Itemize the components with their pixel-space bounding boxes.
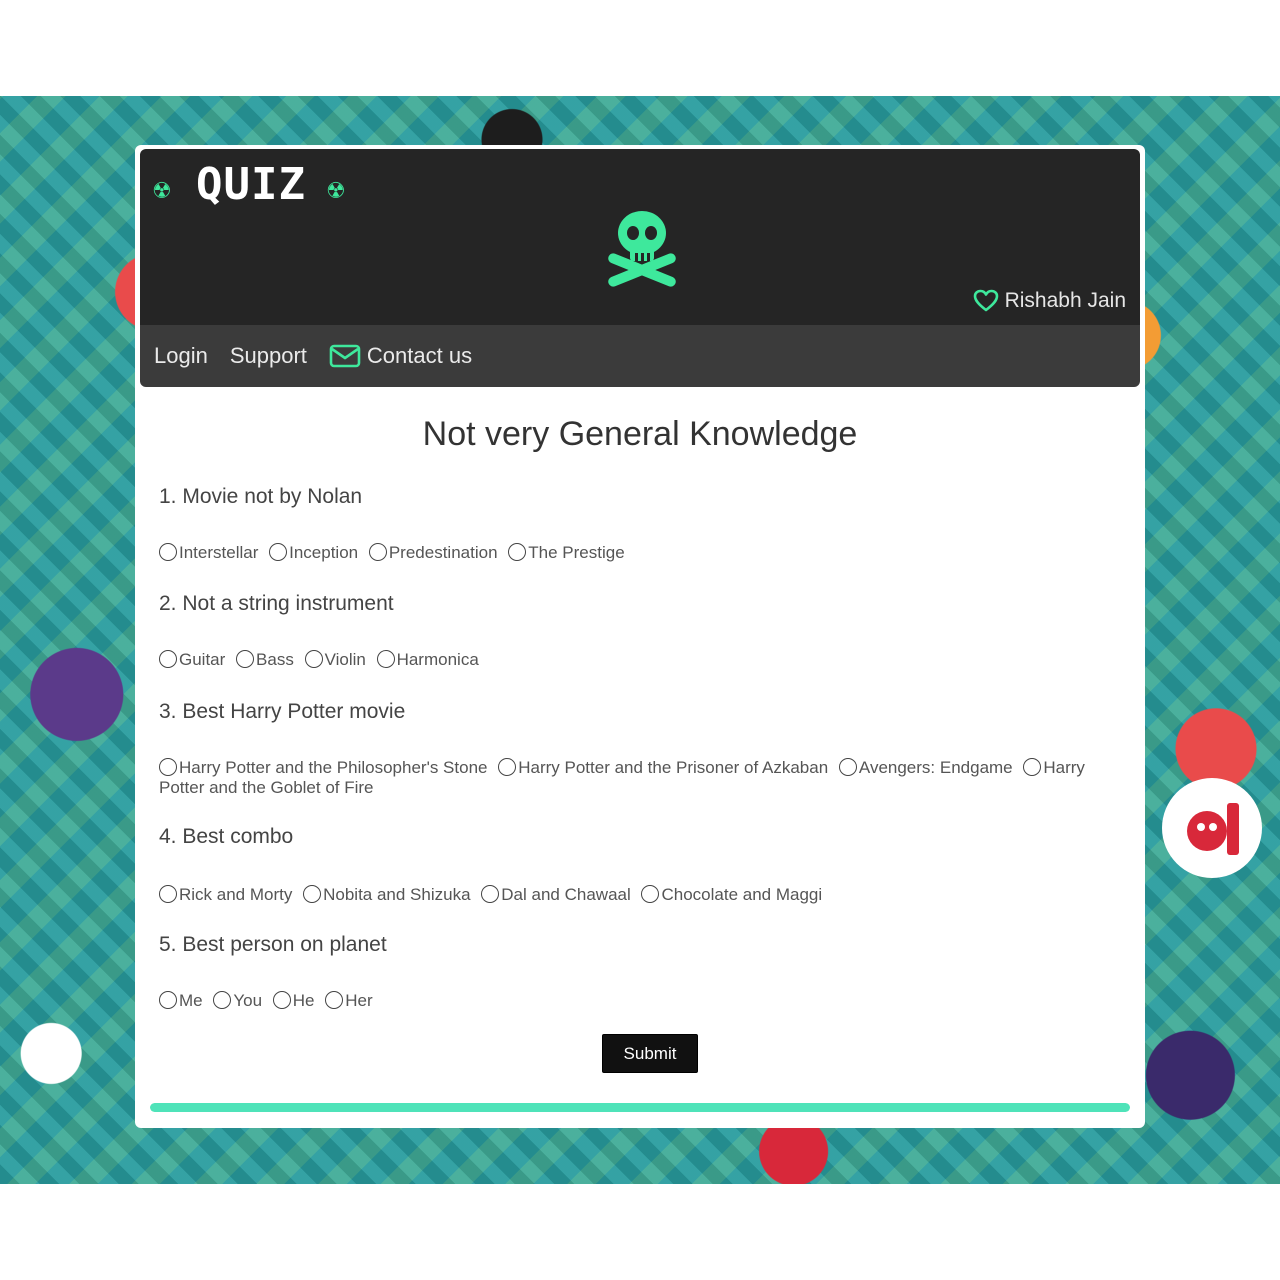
question-2: 2. Not a string instrument <box>159 592 394 615</box>
option-rick-and-morty[interactable]: Rick and Morty <box>159 885 292 904</box>
radiation-icon: ☢ <box>152 179 172 204</box>
radio-button[interactable] <box>159 885 177 903</box>
option-label: Guitar <box>179 650 226 669</box>
nav-contact-label: Contact us <box>366 343 473 368</box>
option-me[interactable]: Me <box>159 991 203 1010</box>
envelope-icon <box>329 344 361 368</box>
option-label: You <box>233 991 263 1010</box>
radio-button[interactable] <box>159 758 177 776</box>
option-violin[interactable]: Violin <box>304 650 366 669</box>
radio-button[interactable] <box>303 885 322 903</box>
site-header: ☢ QUIZ ☢ Rishabh Jain <box>140 149 1140 325</box>
submit-button[interactable]: Submit <box>602 1034 698 1073</box>
nav-contact-link[interactable]: Contact us <box>329 343 472 369</box>
radio-button[interactable] <box>508 543 527 561</box>
question-2-options: Guitar Bass Violin Harmonica <box>159 650 1119 670</box>
option-guitar[interactable]: Guitar <box>159 650 225 669</box>
quiz-card: ☢ QUIZ ☢ Rishabh Jain Login Support Cont… <box>135 145 1145 1128</box>
option-predestination[interactable]: Predestination <box>368 543 498 562</box>
nav-support-label: Support <box>229 343 307 368</box>
radio-button[interactable] <box>368 543 387 561</box>
skull-crossbones-icon <box>608 211 676 287</box>
radio-button[interactable] <box>269 543 288 561</box>
option-label: Bass <box>256 650 294 669</box>
option-label: Dal and Chawaal <box>501 885 631 904</box>
option-label: Nobita and Shizuka <box>323 885 471 904</box>
question-1-options: Interstellar Inception Predestination Th… <box>159 543 1119 563</box>
option-chocolate-and-maggi[interactable]: Chocolate and Maggi <box>641 885 822 904</box>
radio-button[interactable] <box>304 650 323 668</box>
option-label: Inception <box>289 543 359 562</box>
user-credit[interactable]: Rishabh Jain <box>973 289 1126 313</box>
option-bass[interactable]: Bass <box>236 650 294 669</box>
option-label: Chocolate and Maggi <box>661 885 823 904</box>
option-label: Interstellar <box>179 543 259 562</box>
progress-fill <box>150 1103 1130 1112</box>
nav-login-label: Login <box>154 343 208 368</box>
option-her[interactable]: Her <box>325 991 373 1010</box>
user-name: Rishabh Jain <box>1004 289 1126 312</box>
option-label: He <box>292 991 315 1010</box>
heart-icon <box>973 289 998 312</box>
option-label: Rick and Morty <box>179 885 293 904</box>
option-harmonica[interactable]: Harmonica <box>376 650 479 669</box>
question-4-options: Rick and Morty Nobita and Shizuka Dal an… <box>159 885 1119 905</box>
option-avengers-endgame[interactable]: Avengers: Endgame <box>838 758 1013 777</box>
option-prisoner-of-azkaban[interactable]: Harry Potter and the Prisoner of Azkaban <box>498 758 828 777</box>
option-nobita-and-shizuka[interactable]: Nobita and Shizuka <box>303 885 471 904</box>
question-3-options: Harry Potter and the Philosopher's Stone… <box>159 758 1129 798</box>
nav-login-link[interactable]: Login <box>154 343 208 369</box>
option-the-prestige[interactable]: The Prestige <box>508 543 625 562</box>
option-label: Violin <box>324 650 366 669</box>
sticker-badge-icon <box>1162 778 1262 878</box>
nav-support-link[interactable]: Support <box>230 343 307 369</box>
radio-button[interactable] <box>641 885 660 903</box>
progress-bar <box>150 1103 1130 1112</box>
option-label: The Prestige <box>528 543 625 562</box>
question-3: 3. Best Harry Potter movie <box>159 700 406 723</box>
radio-button[interactable] <box>159 991 177 1009</box>
option-dal-and-chawaal[interactable]: Dal and Chawaal <box>481 885 631 904</box>
question-1: 1. Movie not by Nolan <box>159 485 363 508</box>
radio-button[interactable] <box>213 991 232 1009</box>
option-label: Harry Potter and the Prisoner of Azkaban <box>518 758 829 777</box>
option-inception[interactable]: Inception <box>269 543 358 562</box>
radio-button[interactable] <box>159 543 177 561</box>
radio-button[interactable] <box>236 650 255 668</box>
option-label: Harry Potter and the Philosopher's Stone <box>179 758 488 777</box>
quiz-title: Not very General Knowledge <box>422 415 858 453</box>
option-label: Predestination <box>388 543 498 562</box>
radio-button[interactable] <box>498 758 517 776</box>
option-he[interactable]: He <box>272 991 315 1010</box>
option-label: Her <box>345 991 373 1010</box>
site-title: QUIZ <box>196 159 306 210</box>
option-label: Avengers: Endgame <box>858 758 1013 777</box>
radiation-icon: ☢ <box>326 179 346 204</box>
radio-button[interactable] <box>1023 758 1042 776</box>
question-4: 4. Best combo <box>159 825 294 848</box>
option-you[interactable]: You <box>213 991 262 1010</box>
radio-button[interactable] <box>376 650 395 668</box>
navbar: Login Support Contact us <box>140 325 1140 387</box>
option-philosophers-stone[interactable]: Harry Potter and the Philosopher's Stone <box>159 758 487 777</box>
question-5: 5. Best person on planet <box>159 933 387 956</box>
radio-button[interactable] <box>325 991 344 1009</box>
option-label: Harmonica <box>396 650 479 669</box>
radio-button[interactable] <box>838 758 857 776</box>
option-interstellar[interactable]: Interstellar <box>159 543 258 562</box>
option-label: Me <box>179 991 203 1010</box>
question-5-options: Me You He Her <box>159 991 1119 1011</box>
radio-button[interactable] <box>159 650 177 668</box>
radio-button[interactable] <box>481 885 500 903</box>
radio-button[interactable] <box>272 991 291 1009</box>
